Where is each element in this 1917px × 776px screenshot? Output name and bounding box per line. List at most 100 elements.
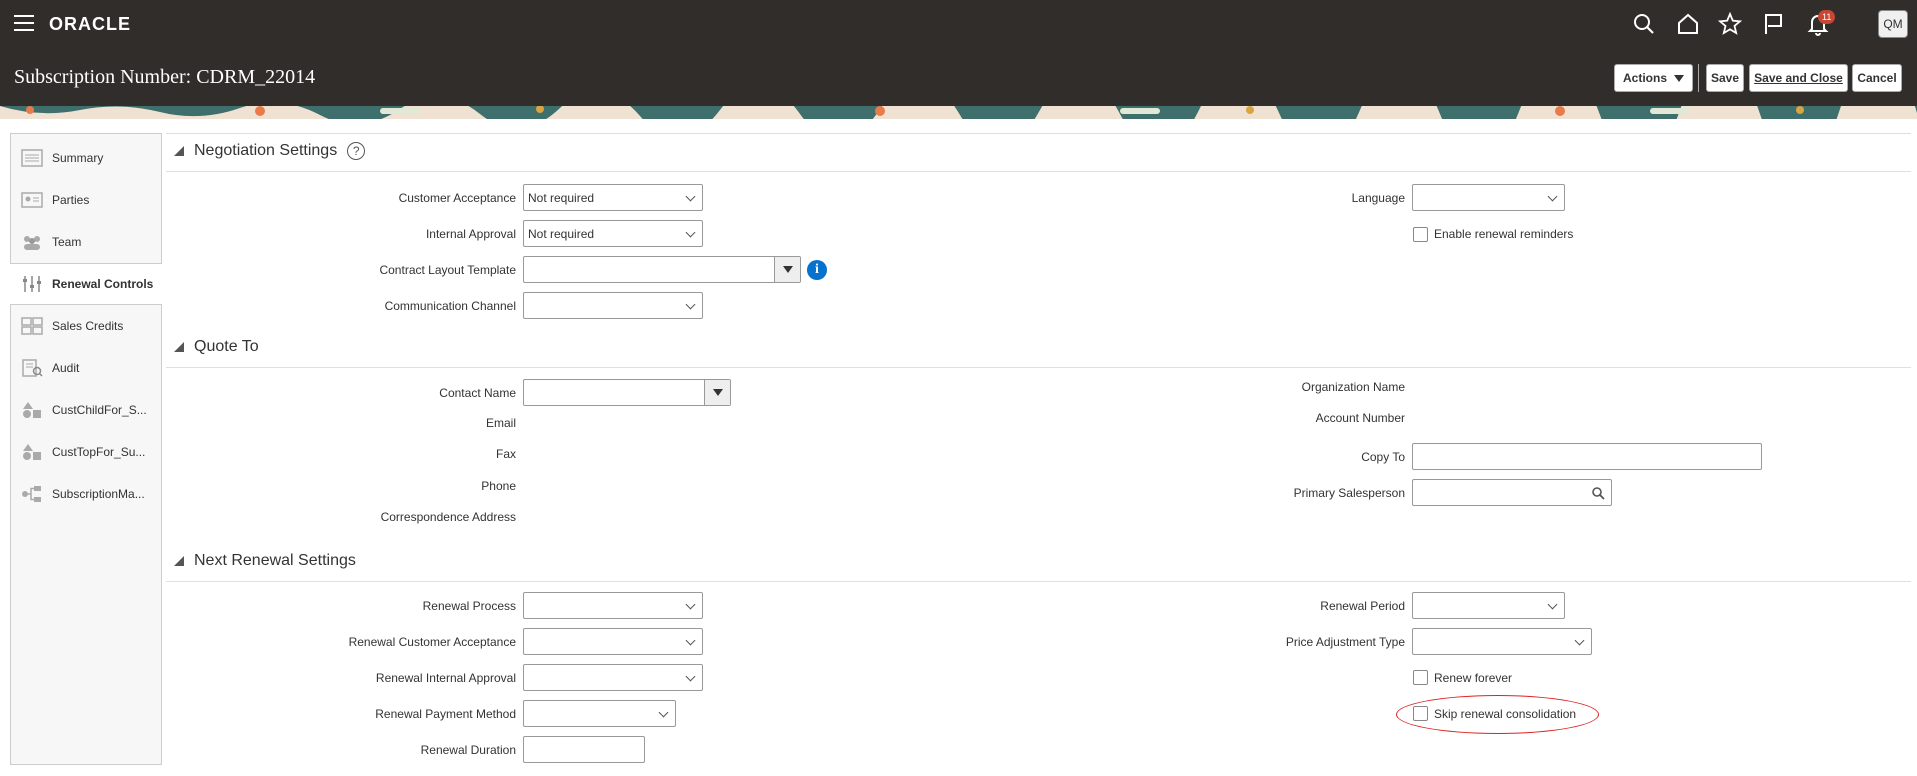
save-button[interactable]: Save (1706, 64, 1744, 92)
user-avatar[interactable]: QM (1878, 10, 1908, 38)
renewal-process-label: Renewal Process (422, 599, 516, 613)
hierarchy-icon (22, 486, 41, 502)
dropdown-arrow-icon[interactable] (704, 380, 730, 405)
chevron-down-icon (685, 299, 696, 310)
collapse-triangle-icon[interactable] (174, 342, 184, 352)
nav-item-label: Team (52, 235, 82, 249)
actions-menu-button[interactable]: Actions (1614, 64, 1693, 92)
renewal-payment-method-select[interactable] (523, 700, 676, 727)
renewal-controls-icon (23, 276, 41, 292)
renewal-internal-approval-select[interactable] (523, 664, 703, 691)
content-top-divider (166, 133, 1911, 134)
nav-item-summary[interactable]: Summary (11, 137, 161, 179)
parties-icon (21, 192, 43, 208)
toolbar-separator (1698, 64, 1699, 92)
email-label: Email (485, 416, 516, 430)
enable-renewal-reminders-label: Enable renewal reminders (1434, 227, 1574, 241)
cancel-button[interactable]: Cancel (1852, 64, 1902, 92)
nav-item-label: SubscriptionMa... (52, 487, 145, 501)
price-adjustment-type-select[interactable] (1412, 628, 1592, 655)
collapse-triangle-icon[interactable] (174, 146, 184, 156)
internal-approval-label: Internal Approval (425, 227, 516, 241)
favorites-star-icon[interactable] (1717, 11, 1743, 36)
notification-count-badge: 11 (1818, 10, 1836, 24)
decorative-banner (0, 106, 1917, 119)
contract-layout-template-label: Contract Layout Template (379, 263, 516, 277)
help-icon[interactable]: ? (347, 142, 366, 160)
communication-channel-select[interactable] (523, 292, 703, 319)
chevron-down-icon (1547, 191, 1558, 202)
search-icon[interactable] (1591, 486, 1605, 500)
contact-name-combobox[interactable] (523, 379, 731, 406)
page-title: Subscription Number: CDRM_22014 (14, 66, 316, 88)
nav-item-subscriptionma[interactable]: SubscriptionMa... (11, 473, 161, 515)
chevron-down-icon (685, 671, 696, 682)
nav-item-label: Sales Credits (52, 319, 124, 333)
renewal-process-select[interactable] (523, 592, 703, 619)
chevron-down-icon (1574, 635, 1585, 646)
fax-label: Fax (495, 447, 516, 461)
custom-shapes-icon (23, 402, 41, 418)
section-title: Quote To (194, 338, 259, 355)
home-icon[interactable] (1676, 12, 1700, 36)
flag-icon[interactable] (1762, 12, 1786, 36)
negotiation-settings-header[interactable]: Negotiation Settings ? (174, 142, 366, 160)
nav-item-renewal-controls[interactable]: Renewal Controls (10, 263, 162, 305)
nav-item-label: CustChildFor_S... (52, 403, 147, 417)
oracle-logo: ORACLE (49, 14, 131, 34)
search-icon[interactable] (1632, 12, 1656, 36)
info-icon[interactable]: i (807, 260, 827, 280)
chevron-down-icon (1547, 599, 1558, 610)
contact-name-label: Contact Name (439, 386, 516, 400)
section-divider (166, 581, 1911, 582)
renewal-internal-approval-label: Renewal Internal Approval (375, 671, 516, 685)
menu-icon[interactable] (14, 15, 34, 31)
primary-salesperson-label: Primary Salesperson (1293, 486, 1405, 500)
enable-renewal-reminders-checkbox[interactable] (1413, 227, 1428, 242)
section-divider (166, 171, 1911, 172)
quote-to-header[interactable]: Quote To (174, 338, 259, 356)
caret-down-icon (1674, 74, 1684, 82)
audit-icon (22, 359, 43, 377)
chevron-down-icon (685, 191, 696, 202)
contract-layout-template-combobox[interactable] (523, 256, 801, 283)
nav-item-team[interactable]: Team (11, 221, 161, 263)
nav-item-custtopfor[interactable]: CustTopFor_Su... (11, 431, 161, 473)
copy-to-label: Copy To (1361, 450, 1405, 464)
selected-value: Not required (528, 191, 595, 205)
nav-item-parties[interactable]: Parties (11, 179, 161, 221)
renewal-customer-acceptance-select[interactable] (523, 628, 703, 655)
nav-item-sales-credits[interactable]: Sales Credits (11, 305, 161, 347)
renew-forever-checkbox[interactable] (1413, 670, 1428, 685)
global-header: ORACLE 11 QM (0, 0, 1917, 48)
highlight-annotation-oval (1396, 695, 1599, 734)
renewal-duration-input[interactable] (523, 736, 645, 763)
communication-channel-label: Communication Channel (384, 299, 516, 313)
chevron-down-icon (685, 635, 696, 646)
section-navigator: Summary Parties Team Renewal Controls Sa… (10, 133, 162, 765)
correspondence-address-label: Correspondence Address (380, 510, 516, 524)
chevron-down-icon (685, 227, 696, 238)
internal-approval-select[interactable]: Not required (523, 220, 703, 247)
save-and-close-button[interactable]: Save and Close (1749, 64, 1848, 92)
renewal-period-label: Renewal Period (1320, 599, 1405, 613)
nav-item-audit[interactable]: Audit (11, 347, 161, 389)
customer-acceptance-select[interactable]: Not required (523, 184, 703, 211)
organization-name-label: Organization Name (1301, 380, 1405, 394)
next-renewal-settings-header[interactable]: Next Renewal Settings (174, 552, 356, 570)
phone-label: Phone (481, 479, 516, 493)
primary-salesperson-input[interactable] (1412, 479, 1612, 506)
section-divider (166, 367, 1911, 368)
copy-to-input[interactable] (1412, 443, 1762, 470)
renewal-customer-acceptance-label: Renewal Customer Acceptance (348, 635, 516, 649)
custom-shapes-icon (23, 444, 41, 460)
nav-item-custchildfor[interactable]: CustChildFor_S... (11, 389, 161, 431)
team-icon (24, 236, 40, 250)
collapse-triangle-icon[interactable] (174, 556, 184, 566)
summary-icon (21, 149, 43, 167)
language-select[interactable] (1412, 184, 1565, 211)
customer-acceptance-label: Customer Acceptance (398, 191, 516, 205)
renewal-period-select[interactable] (1412, 592, 1565, 619)
dropdown-arrow-icon[interactable] (774, 257, 800, 282)
nav-item-label: Audit (52, 361, 80, 375)
